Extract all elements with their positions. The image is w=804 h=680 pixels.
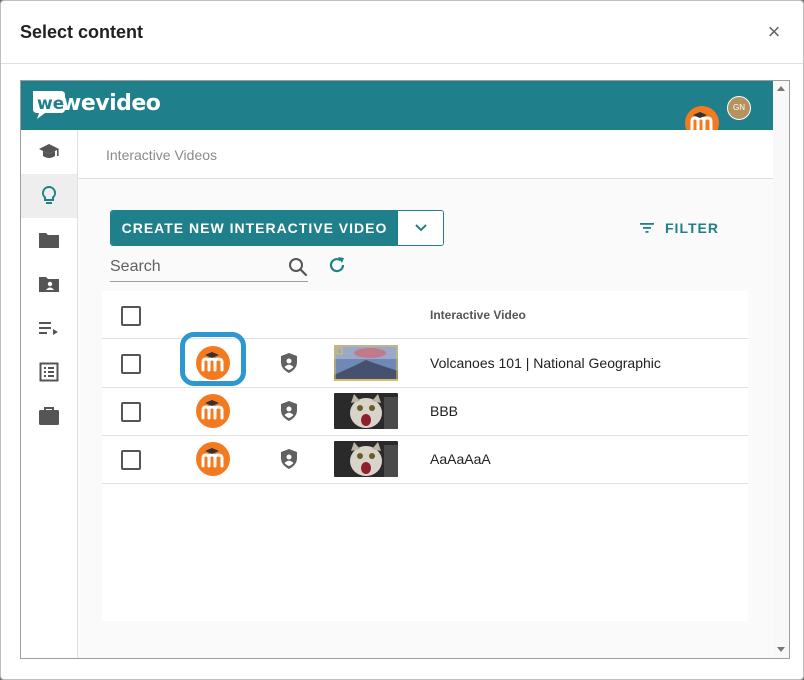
scroll-down-icon[interactable] bbox=[777, 645, 785, 653]
row-title[interactable]: AaAaAaA bbox=[430, 451, 491, 467]
vertical-scrollbar[interactable] bbox=[773, 81, 789, 658]
graduation-cap-icon bbox=[39, 144, 59, 158]
search-input[interactable] bbox=[110, 254, 280, 280]
logo-text: wevideo bbox=[61, 91, 161, 116]
playlist-icon bbox=[39, 322, 58, 335]
row-title[interactable]: BBB bbox=[430, 403, 458, 419]
modal-header: Select content × bbox=[1, 1, 803, 64]
create-new-interactive-video-button[interactable]: CREATE NEW INTERACTIVE VIDEO bbox=[110, 210, 444, 246]
video-thumbnail-cat bbox=[334, 393, 398, 429]
sidebar-item-shared-folders[interactable] bbox=[21, 262, 77, 306]
shield-user-icon bbox=[281, 449, 297, 469]
chevron-down-icon bbox=[415, 224, 427, 232]
sidebar-item-interactive-videos[interactable] bbox=[21, 174, 77, 218]
row-checkbox[interactable] bbox=[121, 354, 141, 374]
embedded-app-frame: we wevideo GN Interactive Videos CREATE … bbox=[20, 80, 790, 659]
refresh-icon[interactable] bbox=[326, 254, 348, 276]
sidebar-item-courses[interactable] bbox=[21, 130, 77, 174]
table-row[interactable]: Volcanoes 101 | National Geographic bbox=[102, 332, 748, 388]
row-title[interactable]: Volcanoes 101 | National Geographic bbox=[430, 355, 661, 371]
breadcrumb: Interactive Videos bbox=[78, 130, 773, 179]
create-dropdown-toggle[interactable] bbox=[399, 211, 443, 245]
moodle-badge-icon bbox=[196, 442, 230, 476]
select-content-modal: Select content × we wevideo GN Interacti… bbox=[0, 0, 804, 680]
app-sidebar bbox=[21, 130, 78, 658]
sidebar-item-lists[interactable] bbox=[21, 350, 77, 394]
table-row[interactable]: AaAaAaA bbox=[102, 435, 748, 484]
filter-icon bbox=[640, 223, 654, 233]
sidebar-item-folders[interactable] bbox=[21, 218, 77, 262]
moodle-badge-icon bbox=[196, 394, 230, 428]
filter-label: FILTER bbox=[665, 220, 719, 236]
create-button-label[interactable]: CREATE NEW INTERACTIVE VIDEO bbox=[111, 211, 398, 245]
shared-folder-icon bbox=[39, 277, 59, 292]
interactive-video-table: Interactive Video Volcanoes 101 | Nation… bbox=[102, 291, 748, 621]
lightbulb-icon bbox=[41, 185, 57, 204]
sidebar-item-portfolio[interactable] bbox=[21, 394, 77, 438]
moodle-badge-icon bbox=[196, 346, 230, 380]
briefcase-icon bbox=[39, 407, 59, 425]
app-topbar: we wevideo GN bbox=[21, 81, 773, 140]
shield-user-icon bbox=[281, 401, 297, 421]
table-row[interactable]: BBB bbox=[102, 387, 748, 436]
filter-button[interactable]: FILTER bbox=[639, 219, 719, 237]
row-checkbox[interactable] bbox=[121, 450, 141, 470]
row-checkbox[interactable] bbox=[121, 402, 141, 422]
list-icon bbox=[39, 362, 59, 382]
scroll-up-icon[interactable] bbox=[777, 85, 785, 93]
search-field bbox=[110, 254, 308, 282]
column-header-interactive-video[interactable]: Interactive Video bbox=[430, 308, 526, 322]
sidebar-item-playlists[interactable] bbox=[21, 306, 77, 350]
close-icon[interactable]: × bbox=[763, 21, 785, 43]
video-thumbnail-cat bbox=[334, 441, 398, 477]
video-thumbnail-volcano bbox=[334, 345, 398, 381]
modal-title: Select content bbox=[20, 22, 144, 42]
shield-user-icon bbox=[281, 353, 297, 373]
user-avatar[interactable]: GN bbox=[727, 96, 751, 120]
search-icon[interactable] bbox=[288, 257, 308, 277]
folder-icon bbox=[39, 233, 59, 248]
select-all-checkbox[interactable] bbox=[121, 306, 141, 326]
main-content: CREATE NEW INTERACTIVE VIDEO FILTER Inte… bbox=[78, 179, 773, 658]
breadcrumb-current[interactable]: Interactive Videos bbox=[106, 147, 217, 163]
